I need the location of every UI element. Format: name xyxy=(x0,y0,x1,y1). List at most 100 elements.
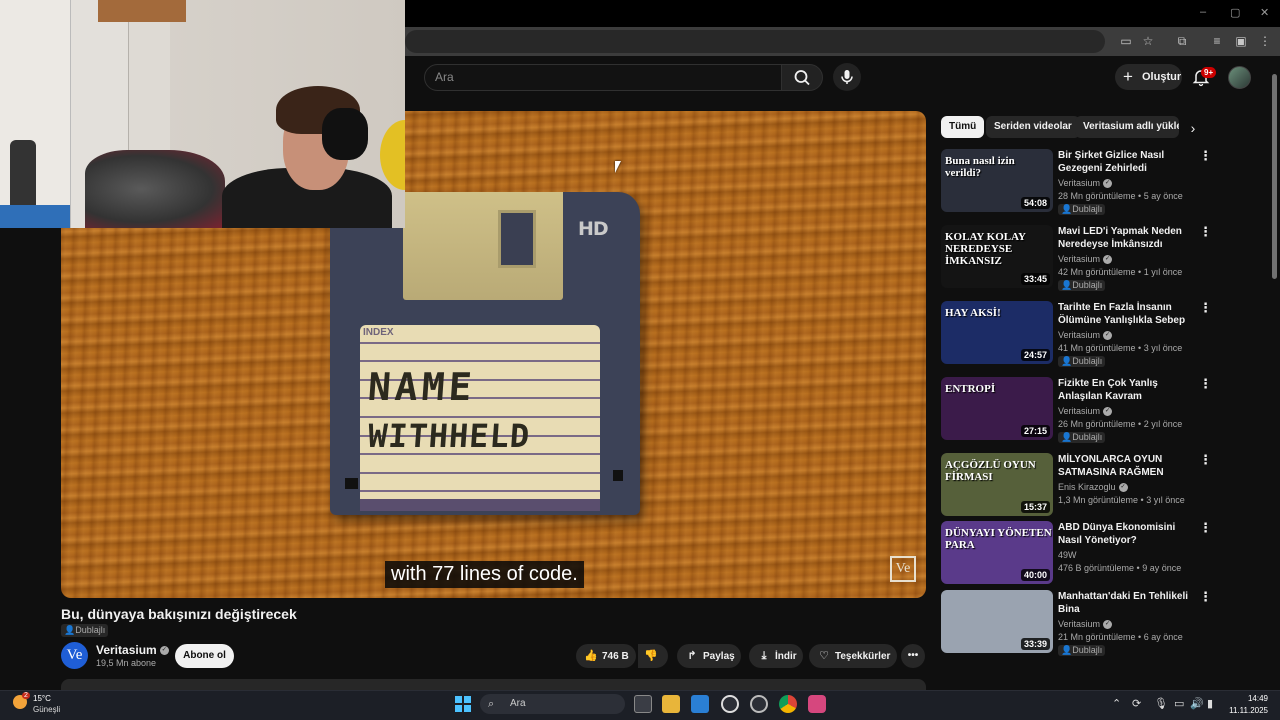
recommendation-item[interactable]: DÜNYAYI YÖNETEN PARA 40:00 ABD Dünya Ekono… xyxy=(941,521,1212,587)
star-icon[interactable]: ☆ xyxy=(1140,33,1156,49)
recommendation-title[interactable]: MİLYONLARCA OYUN SATMASINA RAĞMEN BATAN … xyxy=(1058,453,1198,479)
recommendation-item[interactable]: 33:39 Manhattan'daki En Tehlikeli Bina Ver… xyxy=(941,590,1212,656)
scrollbar-thumb[interactable] xyxy=(1272,74,1277,279)
chrome-icon[interactable] xyxy=(779,695,797,713)
profile-icon[interactable]: ▣ xyxy=(1233,33,1249,49)
share-button[interactable]: ↱ Paylaş xyxy=(677,644,741,668)
more-vertical-icon[interactable]: ⋮ xyxy=(1199,225,1212,239)
recommendation-channel[interactable]: Enis Kirazoglu ✓ xyxy=(1058,482,1128,493)
video-duration: 15:37 xyxy=(1020,501,1050,513)
recommendation-title[interactable]: Tarihte En Fazla İnsanın Ölümüne Yanlışl… xyxy=(1058,301,1198,327)
recommendation-meta: 28 Mn görüntüleme • 5 ay önce xyxy=(1058,191,1183,201)
more-vertical-icon[interactable]: ⋮ xyxy=(1199,590,1212,604)
recommendation-channel[interactable]: Veritasium ✓ xyxy=(1058,178,1113,189)
video-thumbnail[interactable]: ENTROPİ 27:15 xyxy=(941,377,1053,440)
media-icon[interactable]: ≡ xyxy=(1209,33,1225,49)
verified-icon: ✓ xyxy=(1103,620,1113,630)
chevron-right-icon[interactable]: › xyxy=(1183,118,1203,138)
recommendation-title[interactable]: ABD Dünya Ekonomisini Nasıl Yönetiyor? xyxy=(1058,521,1198,547)
minimize-button[interactable]: – xyxy=(1200,6,1206,18)
video-duration: 27:15 xyxy=(1020,425,1050,437)
app-icon[interactable] xyxy=(750,695,768,713)
recommendation-item[interactable]: AÇGÖZLÜ OYUN FİRMASI 15:37 MİLYONLARCA OYU… xyxy=(941,453,1212,519)
desktop-app-icon[interactable] xyxy=(691,695,709,713)
more-vertical-icon[interactable]: ⋮ xyxy=(1199,377,1212,391)
channel-name[interactable]: Veritasium ✓ xyxy=(96,643,169,657)
sync-icon[interactable]: ⟳ xyxy=(1132,697,1141,710)
recommendation-title[interactable]: Fizikte En Çok Yanlış Anlaşılan Kavram xyxy=(1058,377,1198,403)
search-button[interactable] xyxy=(781,64,823,91)
more-vertical-icon[interactable]: ⋮ xyxy=(1199,149,1212,163)
recommendation-title[interactable]: Mavi LED'i Yapmak Neden Neredeyse İmkâns… xyxy=(1058,225,1198,251)
taskbar-search[interactable]: ⌕ Ara xyxy=(480,694,625,714)
video-title: Bu, dünyaya bakışınızı değiştirecek xyxy=(61,606,297,622)
recorder-icon[interactable] xyxy=(808,695,826,713)
verified-icon: ✓ xyxy=(1118,483,1128,493)
mic-icon xyxy=(841,70,853,84)
download-button[interactable]: ⤓ İndir xyxy=(749,644,803,668)
recommendation-title[interactable]: Manhattan'daki En Tehlikeli Bina xyxy=(1058,590,1198,616)
display-icon[interactable]: ▭ xyxy=(1174,697,1184,710)
start-button[interactable] xyxy=(455,696,471,712)
recommendation-item[interactable]: HAY AKSİ! 24:57 Tarihte En Fazla İnsanın Ö… xyxy=(941,301,1212,367)
caption-text: with 77 lines of code. xyxy=(385,561,584,588)
video-thumbnail[interactable]: 33:39 xyxy=(941,590,1053,653)
video-thumbnail[interactable]: KOLAY KOLAY NEREDEYSE İMKANSIZ 33:45 xyxy=(941,225,1053,288)
address-bar[interactable] xyxy=(405,30,1105,53)
more-vertical-icon[interactable]: ⋮ xyxy=(1199,453,1212,467)
cast-icon[interactable]: ▭ xyxy=(1118,33,1134,49)
task-view-icon[interactable] xyxy=(634,695,652,713)
chip-uploads[interactable]: Veritasium adlı yükle xyxy=(1075,116,1179,138)
video-duration: 33:45 xyxy=(1020,273,1050,285)
video-thumbnail[interactable]: Buna nasıl izin verildi? 54:08 xyxy=(941,149,1053,212)
more-vertical-icon[interactable]: ⋮ xyxy=(1199,521,1212,535)
subscribe-button[interactable]: Abone ol xyxy=(175,644,234,668)
file-explorer-icon[interactable] xyxy=(662,695,680,713)
chip-series[interactable]: Seriden videolar xyxy=(986,116,1080,138)
recommendation-item[interactable]: Buna nasıl izin verildi? 54:08 Bir Şirket … xyxy=(941,149,1212,215)
settings-icon[interactable] xyxy=(721,695,739,713)
more-horizontal-icon: ••• xyxy=(907,650,919,661)
mouse-cursor xyxy=(615,161,621,173)
more-actions-button[interactable]: ••• xyxy=(901,644,925,668)
account-avatar[interactable] xyxy=(1228,66,1251,89)
dubbed-tag: 👤Dublajlı xyxy=(1058,204,1106,215)
volume-icon[interactable]: 🔊 xyxy=(1190,697,1204,710)
like-button[interactable]: 👍 746 B xyxy=(576,644,636,668)
subscriber-count: 19,5 Mn abone xyxy=(96,658,157,668)
label-withheld: WITHHELD xyxy=(366,417,532,455)
channel-watermark[interactable]: Ve xyxy=(890,556,916,582)
voice-search-button[interactable] xyxy=(833,63,861,91)
browser-menu-icon[interactable]: ⋮ xyxy=(1257,33,1273,49)
recommendation-channel[interactable]: Veritasium ✓ xyxy=(1058,254,1113,265)
maximize-button[interactable]: ▢ xyxy=(1230,6,1240,19)
disk-shutter xyxy=(403,192,563,300)
label-index: INDEX xyxy=(363,327,394,338)
search-input[interactable]: Ara xyxy=(424,64,782,91)
taskbar-clock[interactable]: 14:49 11.11.2025 xyxy=(1228,693,1268,717)
thanks-button[interactable]: ♡ Teşekkürler xyxy=(809,644,897,668)
video-thumbnail[interactable]: AÇGÖZLÜ OYUN FİRMASI 15:37 xyxy=(941,453,1053,516)
video-thumbnail[interactable]: HAY AKSİ! 24:57 xyxy=(941,301,1053,364)
recommendation-item[interactable]: ENTROPİ 27:15 Fizikte En Çok Yanlış Anlaşı… xyxy=(941,377,1212,443)
recommendation-channel[interactable]: 49W xyxy=(1058,550,1077,560)
recommendation-channel[interactable]: Veritasium ✓ xyxy=(1058,330,1113,341)
tray-expand-icon[interactable]: ⌃ xyxy=(1112,697,1121,710)
extensions-icon[interactable]: ⧉ xyxy=(1174,33,1190,49)
create-button[interactable]: + Oluştur xyxy=(1115,64,1182,90)
more-vertical-icon[interactable]: ⋮ xyxy=(1199,301,1212,315)
video-thumbnail[interactable]: DÜNYAYI YÖNETEN PARA 40:00 xyxy=(941,521,1053,584)
recommendation-channel[interactable]: Veritasium ✓ xyxy=(1058,406,1113,417)
chip-all[interactable]: Tümü xyxy=(941,116,985,138)
floppy-disk: HD INDEX NAME WITHHELD xyxy=(330,192,640,515)
recommendation-item[interactable]: KOLAY KOLAY NEREDEYSE İMKANSIZ 33:45 Mavi … xyxy=(941,225,1212,291)
close-window-button[interactable]: ✕ xyxy=(1260,6,1269,19)
thumbnail-text: AÇGÖZLÜ OYUN FİRMASI xyxy=(945,459,1036,483)
battery-icon[interactable]: ▮ xyxy=(1207,697,1213,710)
mic-tray-icon[interactable]: 🎙 xyxy=(1154,697,1168,710)
dislike-button[interactable]: 👎 xyxy=(638,644,668,668)
channel-avatar[interactable]: Ve xyxy=(61,642,88,669)
recommendation-channel[interactable]: Veritasium ✓ xyxy=(1058,619,1113,630)
recommendation-title[interactable]: Bir Şirket Gizlice Nasıl Gezegeni Zehirl… xyxy=(1058,149,1198,175)
search-icon: ⌕ xyxy=(488,698,495,710)
